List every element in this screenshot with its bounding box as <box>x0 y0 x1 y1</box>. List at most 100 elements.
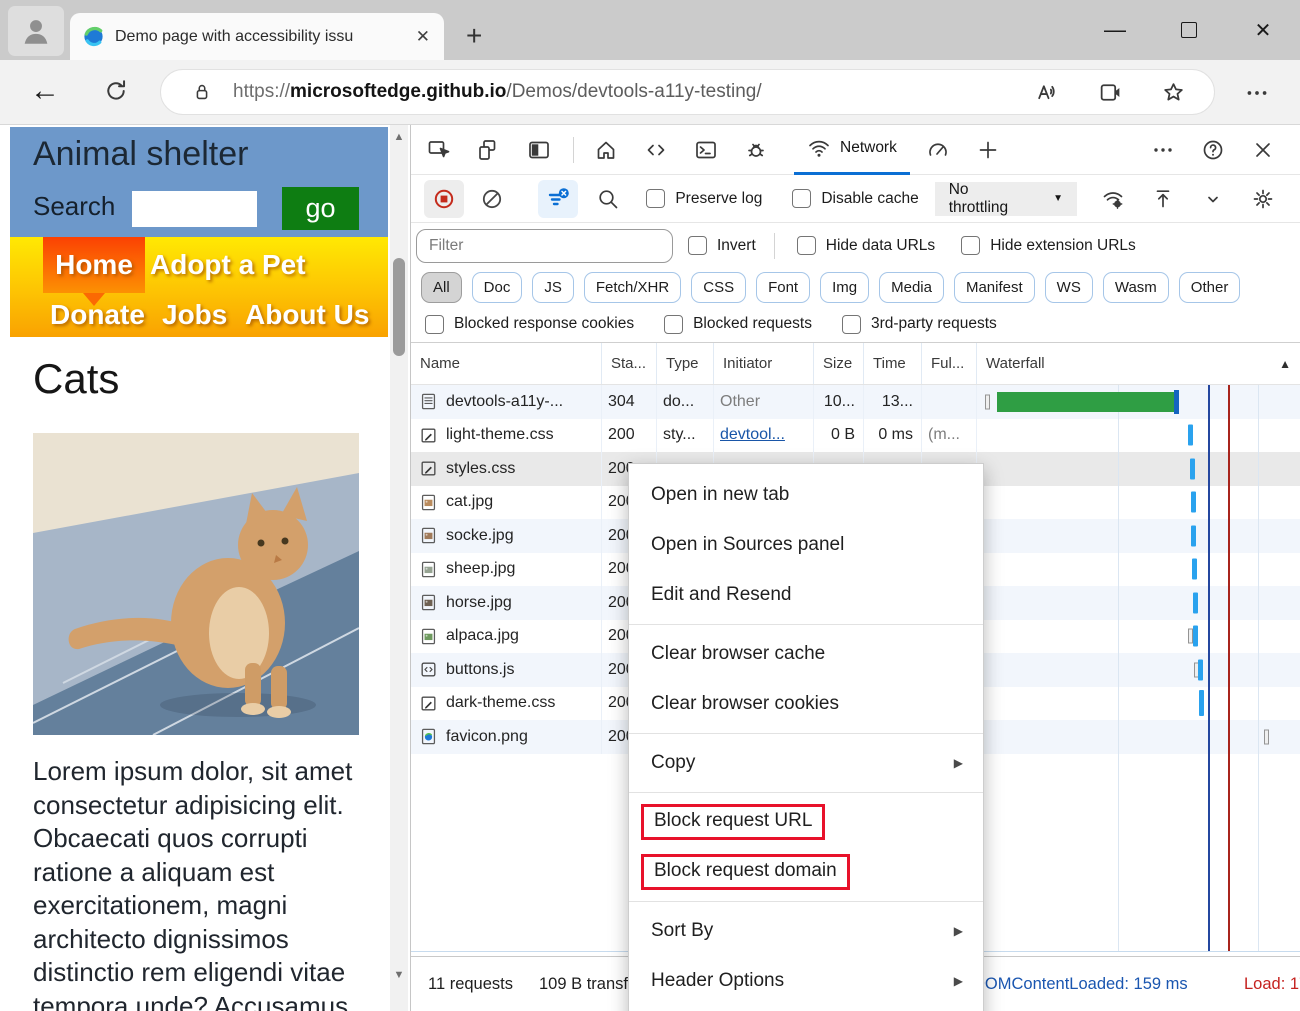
checkbox-icon[interactable] <box>646 189 665 208</box>
home-panel-icon[interactable] <box>594 138 618 162</box>
menu-separator <box>629 733 983 734</box>
performance-panel-icon[interactable] <box>926 138 950 162</box>
menu-item-sort-by[interactable]: Sort By▶ <box>629 906 983 956</box>
checkbox-icon[interactable] <box>425 315 444 334</box>
elements-panel-icon[interactable] <box>644 138 668 162</box>
column-header-name[interactable]: Name <box>411 343 601 384</box>
menu-item-clear-browser-cache[interactable]: Clear browser cache <box>629 629 983 679</box>
type-filter-media[interactable]: Media <box>879 272 944 303</box>
nav-item-adopt[interactable]: Adopt a Pet <box>150 249 306 281</box>
checkbox-icon[interactable] <box>688 236 707 255</box>
browser-tab[interactable]: Demo page with accessibility issu ✕ <box>70 13 444 60</box>
import-har-icon[interactable] <box>1151 187 1175 211</box>
menu-item-header-options[interactable]: Header Options▶ <box>629 956 983 1006</box>
network-request-row[interactable]: devtools-a11y-...304do...Other10...13... <box>411 385 1300 419</box>
nav-item-home[interactable]: Home <box>43 237 145 293</box>
menu-item-edit-and-resend[interactable]: Edit and Resend <box>629 570 983 620</box>
search-icon[interactable] <box>596 187 620 211</box>
sort-ascending-icon[interactable]: ▲ <box>1279 357 1291 371</box>
new-tab-button[interactable]: + <box>466 22 482 50</box>
read-aloud-icon[interactable] <box>1035 80 1060 105</box>
type-filter-ws[interactable]: WS <box>1045 272 1093 303</box>
checkbox-icon[interactable] <box>797 236 816 255</box>
checkbox-icon[interactable] <box>664 315 683 334</box>
page-scrollbar[interactable]: ▲ ▼ <box>390 125 408 1011</box>
type-filter-img[interactable]: Img <box>820 272 869 303</box>
nav-item-donate[interactable]: Donate <box>50 299 145 331</box>
menu-item-copy[interactable]: Copy▶ <box>629 738 983 788</box>
checkbox-icon[interactable] <box>792 189 811 208</box>
address-bar[interactable]: https://microsoftedge.github.io/Demos/de… <box>160 69 1215 115</box>
refresh-button[interactable] <box>102 77 130 105</box>
scroll-down-icon[interactable]: ▼ <box>390 969 408 981</box>
request-filter-blocked-response-cookies[interactable]: Blocked response cookies <box>425 315 634 334</box>
browser-settings-icon[interactable] <box>1244 80 1270 106</box>
url-text[interactable]: https://microsoftedge.github.io/Demos/de… <box>233 81 1035 103</box>
inspect-icon[interactable] <box>427 138 451 162</box>
invert-checkbox[interactable]: Invert <box>688 236 756 255</box>
type-filter-other[interactable]: Other <box>1179 272 1241 303</box>
devtools-more-icon[interactable] <box>1151 138 1175 162</box>
request-filter-3rd-party-requests[interactable]: 3rd-party requests <box>842 315 997 334</box>
close-tab-icon[interactable]: ✕ <box>414 27 432 47</box>
menu-item-open-in-sources-panel[interactable]: Open in Sources panel <box>629 520 983 570</box>
scroll-up-icon[interactable]: ▲ <box>390 131 408 143</box>
minimize-button[interactable]: — <box>1092 0 1138 60</box>
disable-cache-checkbox[interactable]: Disable cache <box>792 189 918 208</box>
profile-avatar[interactable] <box>8 6 64 56</box>
column-header-fulfilled[interactable]: Ful... <box>921 343 976 384</box>
type-filter-wasm[interactable]: Wasm <box>1103 272 1169 303</box>
hide-extension-urls-checkbox[interactable]: Hide extension URLs <box>961 236 1136 255</box>
type-filter-doc[interactable]: Doc <box>472 272 523 303</box>
lock-icon[interactable] <box>191 81 213 103</box>
network-conditions-icon[interactable] <box>1101 187 1125 211</box>
device-emulation-icon[interactable] <box>477 138 501 162</box>
column-header-initiator[interactable]: Initiator <box>713 343 813 384</box>
reader-icon[interactable] <box>1098 80 1123 105</box>
column-header-waterfall[interactable]: Waterfall▲ <box>976 343 1300 384</box>
column-header-size[interactable]: Size <box>813 343 863 384</box>
menu-item-block-request-url[interactable]: Block request URL <box>629 797 983 847</box>
maximize-button[interactable] <box>1166 0 1212 60</box>
dock-panel-icon[interactable] <box>527 138 551 162</box>
hide-data-urls-checkbox[interactable]: Hide data URLs <box>797 236 935 255</box>
favorites-star-icon[interactable] <box>1161 80 1186 105</box>
menu-item-block-request-domain[interactable]: Block request domain <box>629 847 983 897</box>
column-header-status[interactable]: Sta... <box>601 343 656 384</box>
preserve-log-checkbox[interactable]: Preserve log <box>646 189 762 208</box>
type-filter-js[interactable]: JS <box>532 272 574 303</box>
tab-network[interactable]: Network <box>794 125 910 175</box>
search-go-button[interactable]: go <box>282 187 359 230</box>
throttling-select[interactable]: No throttling▼ <box>935 182 1077 216</box>
type-filter-manifest[interactable]: Manifest <box>954 272 1035 303</box>
nav-item-about[interactable]: About Us <box>245 299 369 331</box>
network-request-row[interactable]: light-theme.css200sty...devtool...0 B0 m… <box>411 419 1300 453</box>
nav-item-jobs[interactable]: Jobs <box>162 299 227 331</box>
add-panel-icon[interactable] <box>976 138 1000 162</box>
back-button[interactable]: ← <box>30 74 60 108</box>
console-panel-icon[interactable] <box>694 138 718 162</box>
expand-toolbar-icon[interactable] <box>1201 187 1225 211</box>
request-filter-blocked-requests[interactable]: Blocked requests <box>664 315 812 334</box>
column-header-type[interactable]: Type <box>656 343 713 384</box>
checkbox-icon[interactable] <box>961 236 980 255</box>
checkbox-icon[interactable] <box>842 315 861 334</box>
debugger-panel-icon[interactable] <box>744 138 768 162</box>
menu-item-clear-browser-cookies[interactable]: Clear browser cookies <box>629 679 983 729</box>
search-input[interactable] <box>132 191 257 227</box>
close-window-button[interactable]: ✕ <box>1240 0 1286 60</box>
clear-network-log-icon[interactable] <box>480 187 504 211</box>
help-icon[interactable] <box>1201 138 1225 162</box>
record-stop-button[interactable] <box>424 180 464 218</box>
menu-item-open-in-new-tab[interactable]: Open in new tab <box>629 470 983 520</box>
type-filter-css[interactable]: CSS <box>691 272 746 303</box>
scrollbar-thumb[interactable] <box>393 258 405 356</box>
filter-toggle-button[interactable] <box>538 180 578 218</box>
filter-input[interactable] <box>416 229 673 263</box>
type-filter-fetch-xhr[interactable]: Fetch/XHR <box>584 272 681 303</box>
type-filter-font[interactable]: Font <box>756 272 810 303</box>
close-devtools-icon[interactable] <box>1251 138 1275 162</box>
settings-gear-icon[interactable] <box>1251 187 1275 211</box>
type-filter-all[interactable]: All <box>421 272 462 303</box>
column-header-time[interactable]: Time <box>863 343 921 384</box>
